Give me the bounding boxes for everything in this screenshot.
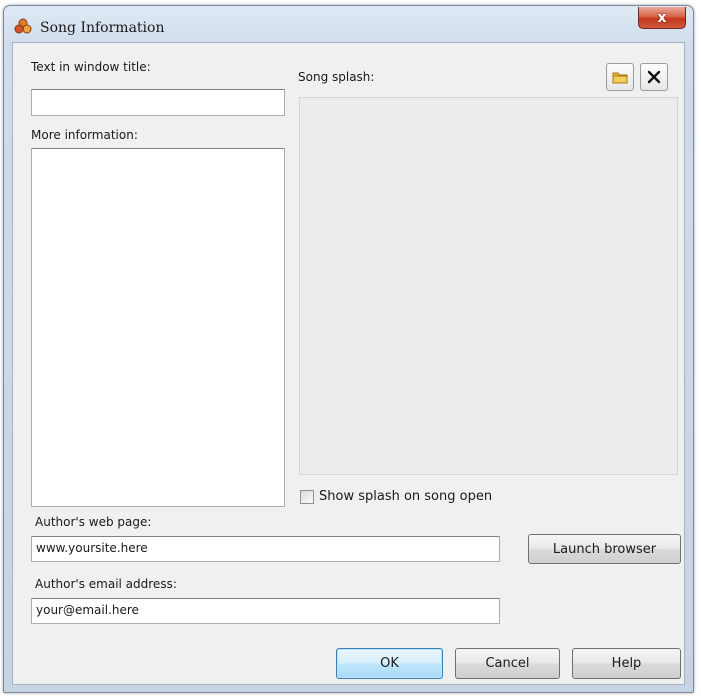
ok-button[interactable]: OK [336,648,443,679]
show-splash-checkbox[interactable] [300,490,314,504]
show-splash-label[interactable]: Show splash on song open [319,489,492,504]
more-information-textarea[interactable] [31,148,285,507]
close-icon: x [657,9,667,26]
cancel-button[interactable]: Cancel [455,648,560,679]
title-bar[interactable]: Song Information x [4,6,693,40]
song-splash-preview[interactable] [299,97,678,475]
song-information-dialog: Song Information x Text in window title:… [3,5,694,693]
window-title-text-label: Text in window title: [31,60,151,74]
author-email-label: Author's email address: [35,577,177,591]
close-button[interactable]: x [638,7,686,29]
folder-icon [612,72,628,84]
more-information-label: More information: [31,128,138,142]
window-title-text-input[interactable] [31,89,285,116]
window-title: Song Information [40,20,165,36]
song-splash-label: Song splash: [298,70,375,84]
author-email-input[interactable]: your@email.here [31,598,500,624]
author-web-page-input[interactable]: www.yoursite.here [31,536,500,562]
remove-x-icon [647,70,661,84]
dialog-client-area: Text in window title: More information: … [12,42,685,685]
author-web-page-label: Author's web page: [35,515,152,529]
clear-splash-button[interactable] [640,63,668,91]
launch-browser-button[interactable]: Launch browser [528,534,681,564]
triple-ring-icon [14,18,32,34]
open-splash-button[interactable] [606,63,634,91]
help-button[interactable]: Help [572,648,681,679]
